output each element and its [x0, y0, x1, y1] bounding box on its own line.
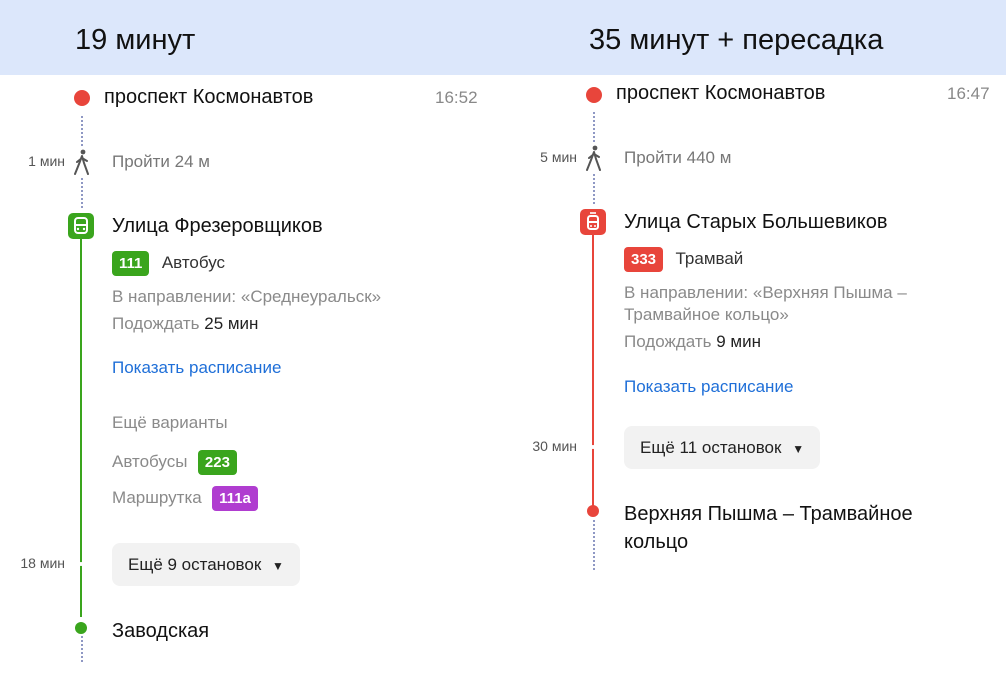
origin-dot — [586, 87, 602, 103]
walk-path-line — [81, 178, 83, 208]
destination-dot — [75, 622, 87, 634]
departure-time: 16:47 — [947, 84, 990, 103]
walk-duration: 5 мин — [540, 149, 577, 165]
walking-person-icon — [74, 149, 89, 175]
wait-text: Подождать 25 мин — [112, 314, 258, 334]
intermediate-stop-marker — [591, 445, 595, 449]
ride-path-line — [80, 239, 82, 617]
triangle-down-icon: ▼ — [792, 442, 805, 456]
alt-bus-route-badge[interactable]: 223 — [197, 450, 237, 475]
walk-text: Пройти 24 м — [112, 152, 210, 171]
wait-time: 9 мин — [716, 332, 761, 351]
wait-prefix: Подождать — [624, 332, 712, 351]
expand-stops-button[interactable]: Ещё 9 остановок ▼ — [112, 543, 300, 586]
walk-text: Пройти 440 м — [624, 148, 732, 167]
walk-path-line — [593, 520, 595, 570]
walking-person-icon — [586, 145, 601, 171]
route-info: 333 Трамвай — [624, 247, 743, 272]
show-schedule-link[interactable]: Показать расписание — [624, 377, 793, 397]
alt-minibus-row: Маршрутка 111а — [112, 486, 258, 511]
destination-stop-name: Заводская — [112, 620, 210, 642]
right-route-duration: 35 минут + пересадка — [589, 24, 884, 56]
walk-path-line — [593, 174, 595, 204]
alt-buses-row: Автобусы 223 — [112, 450, 237, 475]
walk-path-line — [81, 636, 83, 662]
wait-time: 25 мин — [204, 314, 259, 333]
destination-stop-name-line1: Верхняя Пышма – Трамвайное — [624, 503, 913, 525]
tram-icon — [580, 209, 606, 235]
show-schedule-link[interactable]: Показать расписание — [112, 358, 281, 378]
direction-text-line1: В направлении: «Верхняя Пышма – — [624, 283, 907, 302]
destination-dot — [587, 505, 599, 517]
triangle-down-icon: ▼ — [272, 559, 284, 573]
route-number-badge[interactable]: 333 — [624, 247, 664, 272]
walk-duration: 1 мин — [28, 153, 65, 169]
left-route-duration: 19 минут — [75, 24, 196, 56]
alt-buses-label: Автобусы — [112, 452, 188, 471]
transport-type: Трамвай — [675, 249, 744, 268]
ride-path-line — [592, 235, 594, 507]
route-number-badge[interactable]: 111 — [112, 251, 150, 276]
walk-path-line — [593, 112, 595, 142]
boarding-stop-name: Улица Старых Большевиков — [624, 211, 888, 233]
wait-text: Подождать 9 мин — [624, 332, 761, 352]
boarding-stop-name: Улица Фрезеровщиков — [112, 215, 323, 237]
origin-stop-name: проспект Космонавтов — [616, 82, 826, 104]
route-info: 111 Автобус — [112, 251, 225, 276]
alt-minibus-label: Маршрутка — [112, 488, 202, 507]
ride-duration: 30 мин — [532, 438, 577, 454]
intermediate-stop-marker — [79, 562, 83, 566]
expand-stops-label: Ещё 9 остановок — [128, 555, 262, 574]
alt-minibus-route-badge[interactable]: 111а — [212, 486, 258, 511]
more-options-title: Ещё варианты — [112, 413, 228, 432]
origin-stop-name: проспект Космонавтов — [104, 86, 314, 108]
walk-path-line — [81, 116, 83, 146]
header-bar: 19 минут 35 минут + пересадка — [0, 0, 1006, 75]
expand-stops-label: Ещё 11 остановок — [640, 438, 782, 457]
origin-dot — [74, 90, 90, 106]
direction-text-line2: Трамвайное кольцо» — [624, 305, 789, 324]
transport-type: Автобус — [161, 253, 226, 272]
bus-icon — [68, 213, 94, 239]
ride-duration: 18 мин — [20, 555, 65, 571]
destination-stop-name-line2: кольцо — [624, 531, 689, 553]
wait-prefix: Подождать — [112, 314, 200, 333]
expand-stops-button[interactable]: Ещё 11 остановок ▼ — [624, 426, 821, 469]
direction-text: В направлении: «Среднеуральск» — [112, 287, 382, 306]
departure-time: 16:52 — [435, 88, 478, 107]
